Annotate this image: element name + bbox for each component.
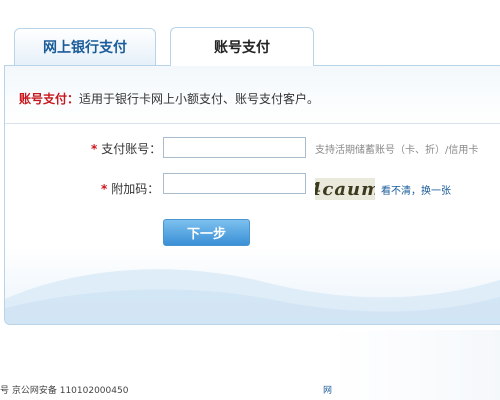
- next-button[interactable]: 下一步: [163, 219, 250, 246]
- notice-description: 适用于银行卡网上小额支付、账号支付客户。: [79, 92, 320, 106]
- decorative-wave: [5, 269, 500, 324]
- account-label-row: * 支付账号：: [91, 140, 161, 157]
- captcha-image[interactable]: 4caum: [315, 178, 375, 200]
- required-mark: *: [91, 142, 98, 156]
- account-label: 支付账号：: [101, 142, 162, 156]
- notice-prefix: 账号支付：: [19, 92, 80, 106]
- notice-text: 账号支付：适用于银行卡网上小额支付、账号支付客户。: [19, 90, 319, 107]
- captcha-input[interactable]: [163, 173, 306, 194]
- required-mark: *: [101, 182, 108, 196]
- footer-text: 号 京公网安备 110102000450: [0, 386, 129, 396]
- account-hint: 支持活期储蓄账号（卡、折）/信用卡: [315, 145, 479, 156]
- captcha-label-row: * 附加码：: [101, 180, 159, 197]
- account-input[interactable]: [163, 137, 306, 158]
- tab-account-payment[interactable]: 账号支付: [170, 27, 314, 66]
- refresh-captcha-link[interactable]: 看不清，换一张: [381, 182, 451, 197]
- corner-fade: [330, 330, 500, 400]
- payment-panel: 账号支付：适用于银行卡网上小额支付、账号支付客户。 * 支付账号： 支持活期储蓄账…: [4, 65, 500, 325]
- payment-page: 网上银行支付 账号支付 账号支付：适用于银行卡网上小额支付、账号支付客户。 * 支…: [0, 0, 500, 400]
- captcha-label: 附加码：: [111, 182, 160, 196]
- tab-online-banking[interactable]: 网上银行支付: [14, 28, 156, 65]
- captcha-image-text: 4caum: [315, 178, 375, 200]
